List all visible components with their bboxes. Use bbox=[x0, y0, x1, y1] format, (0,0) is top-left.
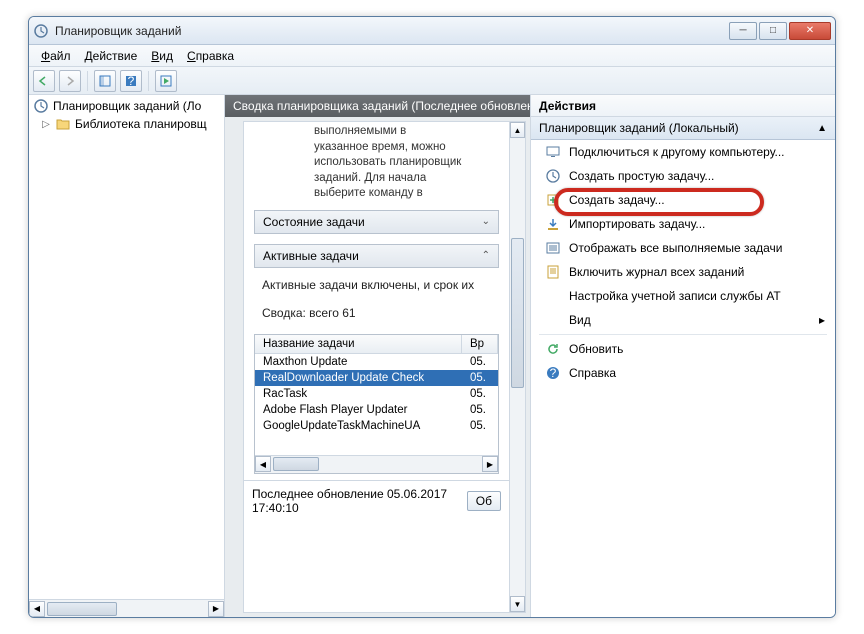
computer-icon bbox=[545, 144, 561, 160]
blank-icon bbox=[545, 312, 561, 328]
action-обновить[interactable]: Обновить bbox=[531, 337, 835, 361]
actions-title: Действия bbox=[531, 95, 835, 117]
action-настройка-учетной-записи-службы-at[interactable]: Настройка учетной записи службы AT bbox=[531, 284, 835, 308]
menu-help[interactable]: Справка bbox=[181, 47, 240, 65]
close-button[interactable]: ✕ bbox=[789, 22, 831, 40]
col-task-time[interactable]: Вр bbox=[462, 335, 498, 353]
tree-pane: Планировщик заданий (Ло ▷ Библиотека пла… bbox=[29, 95, 225, 617]
action-справка[interactable]: ?Справка bbox=[531, 361, 835, 385]
tree-library[interactable]: ▷ Библиотека планировщ bbox=[29, 115, 224, 133]
section-active-tasks[interactable]: Активные задачи ⌃ bbox=[254, 244, 499, 268]
table-row[interactable]: RacTask05. bbox=[255, 386, 498, 402]
table-hscrollbar[interactable]: ◀ ▶ bbox=[255, 455, 498, 473]
last-update-text: Последнее обновление 05.06.2017 17:40:10 bbox=[252, 487, 467, 515]
menu-action[interactable]: Действие bbox=[79, 47, 144, 65]
section-task-status[interactable]: Состояние задачи ⌄ bbox=[254, 210, 499, 234]
refresh-icon bbox=[545, 341, 561, 357]
import-icon bbox=[545, 216, 561, 232]
svg-text:?: ? bbox=[128, 75, 135, 87]
action-включить-журнал-всех-заданий[interactable]: Включить журнал всех заданий bbox=[531, 260, 835, 284]
collapse-icon: ▲ bbox=[817, 123, 827, 134]
tree-root[interactable]: Планировщик заданий (Ло bbox=[29, 97, 224, 115]
action-подключиться-к-другому-компьютеру-[interactable]: Подключиться к другому компьютеру... bbox=[531, 140, 835, 164]
toolbar-run-button[interactable] bbox=[155, 70, 177, 92]
expand-icon[interactable]: ▷ bbox=[41, 119, 51, 130]
action-создать-простую-задачу-[interactable]: Создать простую задачу... bbox=[531, 164, 835, 188]
toolbar-panes-button[interactable] bbox=[94, 70, 116, 92]
tree-library-label: Библиотека планировщ bbox=[75, 117, 207, 131]
actions-group-header[interactable]: Планировщик заданий (Локальный) ▲ bbox=[531, 117, 835, 140]
task-new-icon bbox=[545, 192, 561, 208]
summary-pane: Сводка планировщика заданий (Последнее о… bbox=[225, 95, 531, 617]
chevron-up-icon: ⌃ bbox=[482, 250, 490, 261]
folder-icon bbox=[55, 116, 71, 132]
help-icon: ? bbox=[545, 365, 561, 381]
chevron-down-icon: ⌄ bbox=[482, 216, 490, 227]
toolbar: ? bbox=[29, 67, 835, 95]
tree-root-label: Планировщик заданий (Ло bbox=[53, 99, 201, 113]
menu-file[interactable]: Файл bbox=[35, 47, 77, 65]
active-tasks-enabled-text: Активные задачи включены, и срок их bbox=[262, 278, 491, 292]
table-row[interactable]: Adobe Flash Player Updater05. bbox=[255, 402, 498, 418]
svg-text:?: ? bbox=[550, 366, 557, 380]
col-task-name[interactable]: Название задачи bbox=[255, 335, 462, 353]
summary-header: Сводка планировщика заданий (Последнее о… bbox=[225, 95, 530, 117]
menubar: Файл Действие Вид Справка bbox=[29, 45, 835, 67]
action-вид[interactable]: Вид▸ bbox=[531, 308, 835, 332]
table-row[interactable]: GoogleUpdateTaskMachineUA05. bbox=[255, 418, 498, 434]
task-scheduler-window: Планировщик заданий ─ □ ✕ Файл Действие … bbox=[28, 16, 836, 618]
nav-back-button[interactable] bbox=[33, 70, 55, 92]
window-title: Планировщик заданий bbox=[55, 24, 729, 38]
active-tasks-table: Название задачи Вр Maxthon Update05.Real… bbox=[254, 334, 499, 474]
overview-text: выполняемыми в указанное время, можно ис… bbox=[244, 122, 509, 204]
nav-forward-button[interactable] bbox=[59, 70, 81, 92]
action-импортировать-задачу-[interactable]: Импортировать задачу... bbox=[531, 212, 835, 236]
running-tasks-icon bbox=[545, 240, 561, 256]
maximize-button[interactable]: □ bbox=[759, 22, 787, 40]
table-row[interactable]: RealDownloader Update Check05. bbox=[255, 370, 498, 386]
log-icon bbox=[545, 264, 561, 280]
minimize-button[interactable]: ─ bbox=[729, 22, 757, 40]
menu-view[interactable]: Вид bbox=[145, 47, 179, 65]
clock-icon bbox=[545, 168, 561, 184]
clock-icon bbox=[33, 98, 49, 114]
refresh-button[interactable]: Об bbox=[467, 491, 501, 511]
table-row[interactable]: Maxthon Update05. bbox=[255, 354, 498, 370]
blank-icon bbox=[545, 288, 561, 304]
actions-pane: Действия Планировщик заданий (Локальный)… bbox=[531, 95, 835, 617]
app-icon bbox=[33, 23, 49, 39]
summary-count: Сводка: всего 61 bbox=[262, 306, 491, 320]
action-отображать-все-выполняемые-задачи[interactable]: Отображать все выполняемые задачи bbox=[531, 236, 835, 260]
summary-vscrollbar[interactable]: ▲ ▼ bbox=[509, 122, 525, 612]
toolbar-help-button[interactable]: ? bbox=[120, 70, 142, 92]
tree-hscrollbar[interactable]: ◀ ▶ bbox=[29, 599, 224, 617]
action-создать-задачу-[interactable]: Создать задачу... bbox=[531, 188, 835, 212]
submenu-arrow-icon: ▸ bbox=[819, 313, 825, 327]
titlebar: Планировщик заданий ─ □ ✕ bbox=[29, 17, 835, 45]
